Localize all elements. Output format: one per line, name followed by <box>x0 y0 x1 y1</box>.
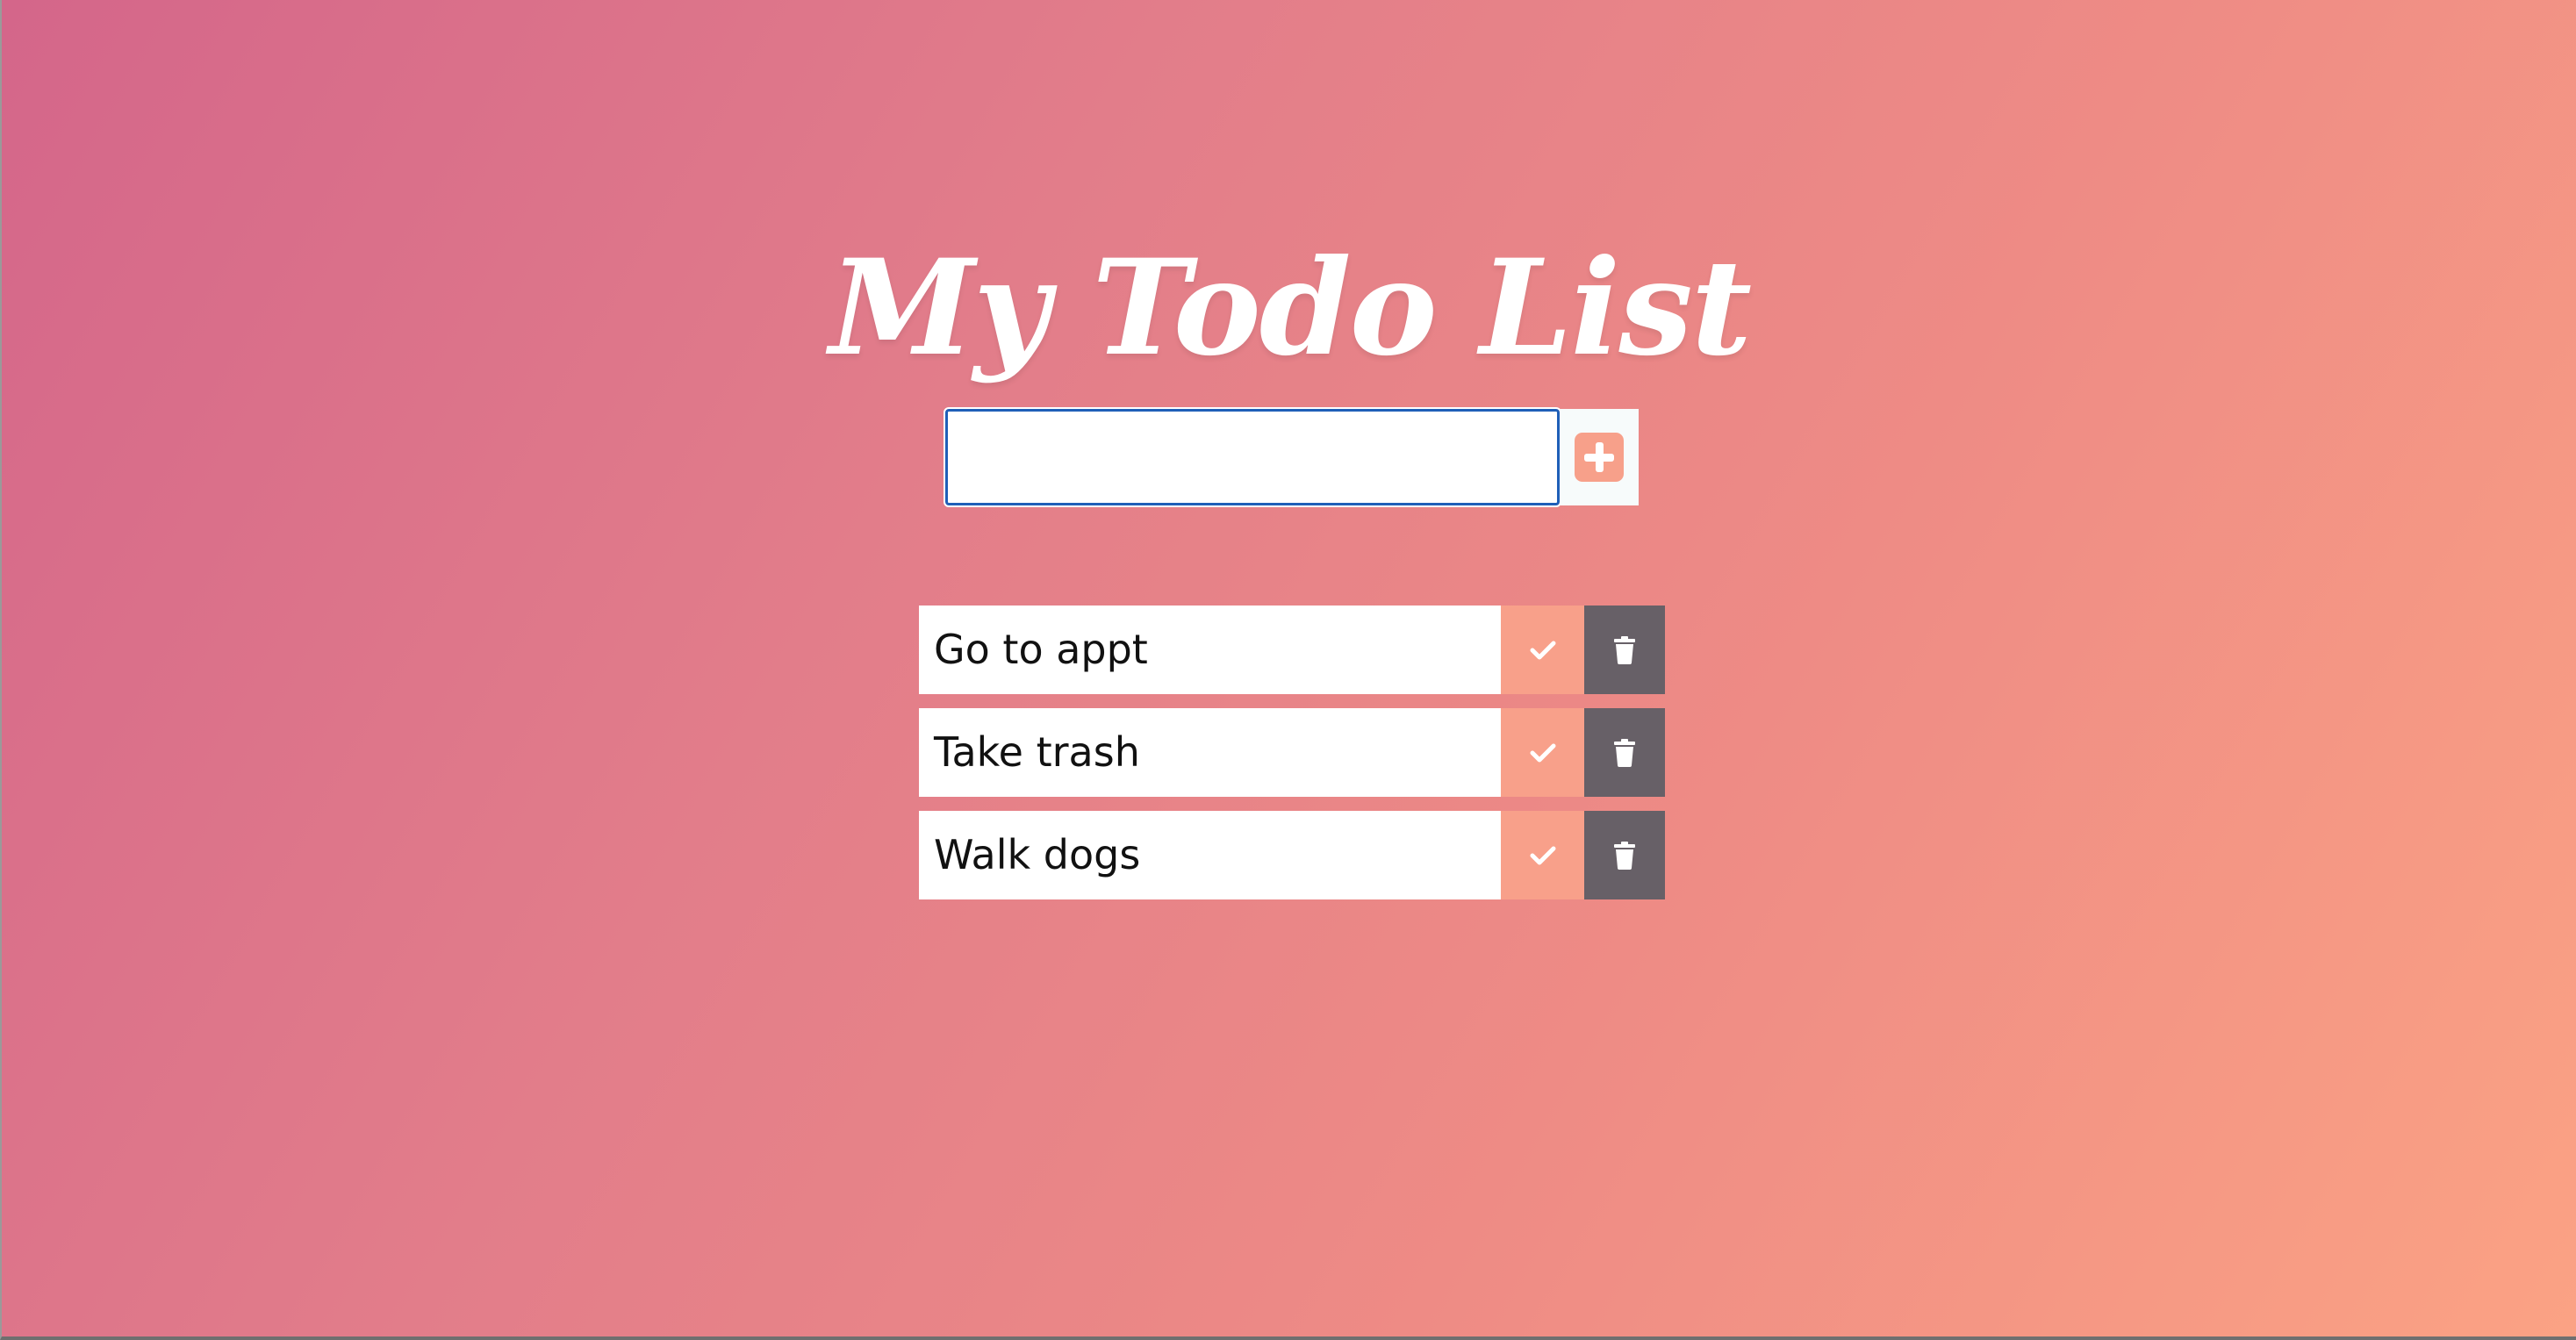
complete-button[interactable] <box>1501 811 1584 899</box>
check-icon <box>1530 846 1555 864</box>
todo-item: Take trash <box>919 708 1665 797</box>
delete-button[interactable] <box>1584 708 1665 797</box>
todo-item: Walk dogs <box>919 811 1665 899</box>
page-title: My Todo List <box>829 230 1752 385</box>
plus-square-icon <box>1575 433 1624 482</box>
todo-item: Go to appt <box>919 606 1665 694</box>
delete-button[interactable] <box>1584 606 1665 694</box>
todo-text: Walk dogs <box>919 811 1501 899</box>
complete-button[interactable] <box>1501 606 1584 694</box>
todo-form <box>944 407 1639 507</box>
complete-button[interactable] <box>1501 708 1584 797</box>
app-window: My Todo List Go to appt Take trash Walk … <box>0 0 2576 1340</box>
todo-text: Take trash <box>919 708 1501 797</box>
trash-icon <box>1614 841 1635 870</box>
todo-input[interactable] <box>944 407 1561 507</box>
todo-text: Go to appt <box>919 606 1501 694</box>
todo-list: Go to appt Take trash Walk dogs <box>919 606 1665 914</box>
trash-icon <box>1614 635 1635 664</box>
delete-button[interactable] <box>1584 811 1665 899</box>
add-todo-button[interactable] <box>1560 409 1639 505</box>
trash-icon <box>1614 738 1635 767</box>
check-icon <box>1530 743 1555 762</box>
check-icon <box>1530 641 1555 659</box>
